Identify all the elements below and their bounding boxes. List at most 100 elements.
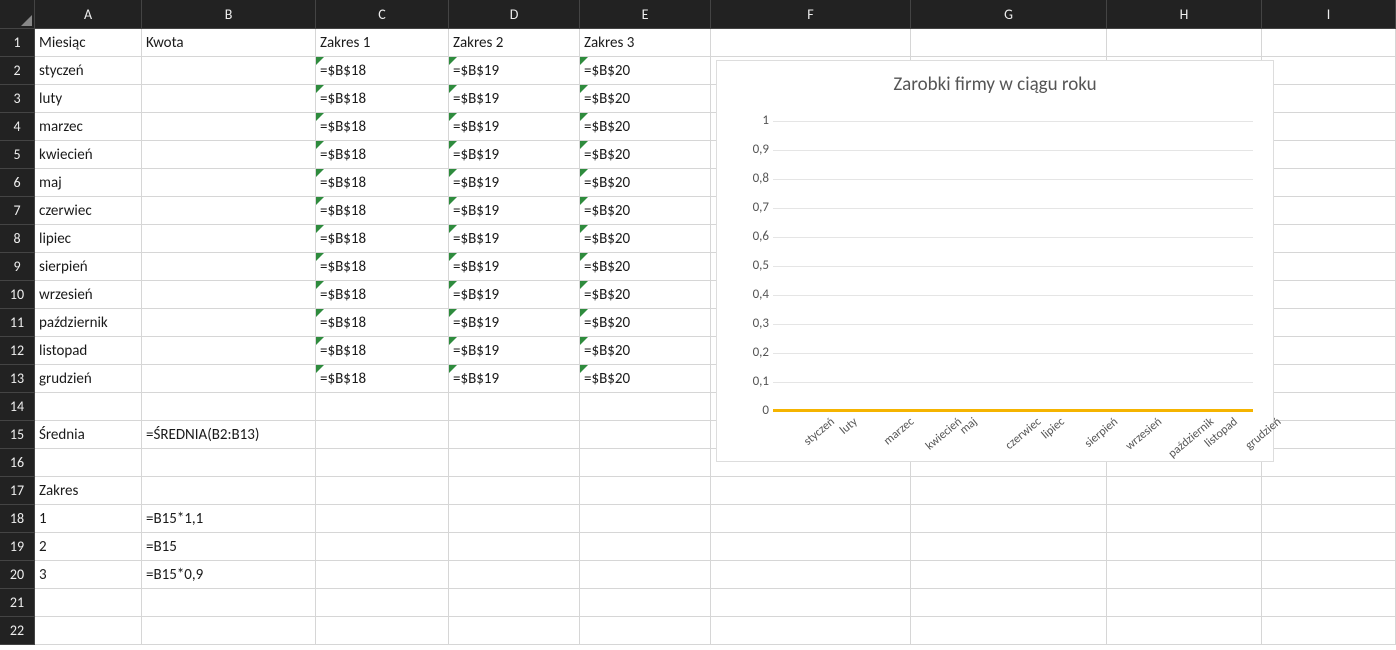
- cell-I4[interactable]: [1262, 113, 1396, 141]
- row-header-6[interactable]: 6: [0, 169, 35, 197]
- cell-H19[interactable]: [1107, 533, 1262, 561]
- column-header-G[interactable]: G: [911, 0, 1107, 29]
- row-header-4[interactable]: 4: [0, 113, 35, 141]
- cell-I22[interactable]: [1262, 617, 1396, 645]
- cell-D15[interactable]: [449, 421, 580, 449]
- cell-C9[interactable]: =$B$18: [316, 253, 449, 281]
- cell-I10[interactable]: [1262, 281, 1396, 309]
- cell-F17[interactable]: [711, 477, 911, 505]
- cell-A11[interactable]: październik: [35, 309, 142, 337]
- cell-C8[interactable]: =$B$18: [316, 225, 449, 253]
- cell-C18[interactable]: [316, 505, 449, 533]
- cell-E20[interactable]: [580, 561, 711, 589]
- column-header-A[interactable]: A: [35, 0, 142, 29]
- cell-C7[interactable]: =$B$18: [316, 197, 449, 225]
- cell-E9[interactable]: =$B$20: [580, 253, 711, 281]
- cell-B1[interactable]: Kwota: [142, 29, 316, 57]
- cell-D6[interactable]: =$B$19: [449, 169, 580, 197]
- cell-E4[interactable]: =$B$20: [580, 113, 711, 141]
- cell-B5[interactable]: [142, 141, 316, 169]
- column-header-D[interactable]: D: [449, 0, 580, 29]
- cell-A22[interactable]: [35, 617, 142, 645]
- cell-A6[interactable]: maj: [35, 169, 142, 197]
- cell-B12[interactable]: [142, 337, 316, 365]
- cell-E21[interactable]: [580, 589, 711, 617]
- cell-G21[interactable]: [911, 589, 1107, 617]
- cell-I14[interactable]: [1262, 393, 1396, 421]
- cell-G20[interactable]: [911, 561, 1107, 589]
- cell-I11[interactable]: [1262, 309, 1396, 337]
- column-header-C[interactable]: C: [316, 0, 449, 29]
- cell-F19[interactable]: [711, 533, 911, 561]
- cell-G19[interactable]: [911, 533, 1107, 561]
- cell-A17[interactable]: Zakres: [35, 477, 142, 505]
- cell-I3[interactable]: [1262, 85, 1396, 113]
- cell-B17[interactable]: [142, 477, 316, 505]
- cell-B7[interactable]: [142, 197, 316, 225]
- cell-B3[interactable]: [142, 85, 316, 113]
- cell-C14[interactable]: [316, 393, 449, 421]
- column-header-I[interactable]: I: [1262, 0, 1396, 29]
- cell-C2[interactable]: =$B$18: [316, 57, 449, 85]
- row-header-10[interactable]: 10: [0, 281, 35, 309]
- cell-I19[interactable]: [1262, 533, 1396, 561]
- cell-I1[interactable]: [1262, 29, 1396, 57]
- cell-I18[interactable]: [1262, 505, 1396, 533]
- cell-H1[interactable]: [1107, 29, 1262, 57]
- cell-E11[interactable]: =$B$20: [580, 309, 711, 337]
- cell-E8[interactable]: =$B$20: [580, 225, 711, 253]
- cell-B2[interactable]: [142, 57, 316, 85]
- cell-E19[interactable]: [580, 533, 711, 561]
- cell-H18[interactable]: [1107, 505, 1262, 533]
- cell-B19[interactable]: =B15: [142, 533, 316, 561]
- cell-C15[interactable]: [316, 421, 449, 449]
- cell-G18[interactable]: [911, 505, 1107, 533]
- cell-F1[interactable]: [711, 29, 911, 57]
- cell-D10[interactable]: =$B$19: [449, 281, 580, 309]
- cell-B8[interactable]: [142, 225, 316, 253]
- cell-H21[interactable]: [1107, 589, 1262, 617]
- cell-G17[interactable]: [911, 477, 1107, 505]
- cell-I5[interactable]: [1262, 141, 1396, 169]
- cell-D21[interactable]: [449, 589, 580, 617]
- cell-A2[interactable]: styczeń: [35, 57, 142, 85]
- cell-A10[interactable]: wrzesień: [35, 281, 142, 309]
- cell-B14[interactable]: [142, 393, 316, 421]
- cell-I7[interactable]: [1262, 197, 1396, 225]
- cell-D16[interactable]: [449, 449, 580, 477]
- cell-C16[interactable]: [316, 449, 449, 477]
- cell-F21[interactable]: [711, 589, 911, 617]
- cell-E6[interactable]: =$B$20: [580, 169, 711, 197]
- cell-E17[interactable]: [580, 477, 711, 505]
- cell-D17[interactable]: [449, 477, 580, 505]
- cell-C21[interactable]: [316, 589, 449, 617]
- cell-A7[interactable]: czerwiec: [35, 197, 142, 225]
- row-header-13[interactable]: 13: [0, 365, 35, 393]
- cell-D12[interactable]: =$B$19: [449, 337, 580, 365]
- cell-A4[interactable]: marzec: [35, 113, 142, 141]
- row-header-9[interactable]: 9: [0, 253, 35, 281]
- cell-I8[interactable]: [1262, 225, 1396, 253]
- cell-F20[interactable]: [711, 561, 911, 589]
- column-header-H[interactable]: H: [1107, 0, 1262, 29]
- column-header-B[interactable]: B: [142, 0, 316, 29]
- cell-B13[interactable]: [142, 365, 316, 393]
- cell-C19[interactable]: [316, 533, 449, 561]
- cell-D20[interactable]: [449, 561, 580, 589]
- cell-D3[interactable]: =$B$19: [449, 85, 580, 113]
- cell-A16[interactable]: [35, 449, 142, 477]
- cell-C10[interactable]: =$B$18: [316, 281, 449, 309]
- cell-C4[interactable]: =$B$18: [316, 113, 449, 141]
- chart-container[interactable]: Zarobki firmy w ciągu roku 10,90,80,70,6…: [716, 60, 1274, 462]
- cell-D22[interactable]: [449, 617, 580, 645]
- cell-I16[interactable]: [1262, 449, 1396, 477]
- cell-A5[interactable]: kwiecień: [35, 141, 142, 169]
- cell-E7[interactable]: =$B$20: [580, 197, 711, 225]
- cell-B18[interactable]: =B15*1,1: [142, 505, 316, 533]
- row-header-21[interactable]: 21: [0, 589, 35, 617]
- column-header-E[interactable]: E: [580, 0, 711, 29]
- row-header-17[interactable]: 17: [0, 477, 35, 505]
- cell-A19[interactable]: 2: [35, 533, 142, 561]
- cell-E16[interactable]: [580, 449, 711, 477]
- row-header-2[interactable]: 2: [0, 57, 35, 85]
